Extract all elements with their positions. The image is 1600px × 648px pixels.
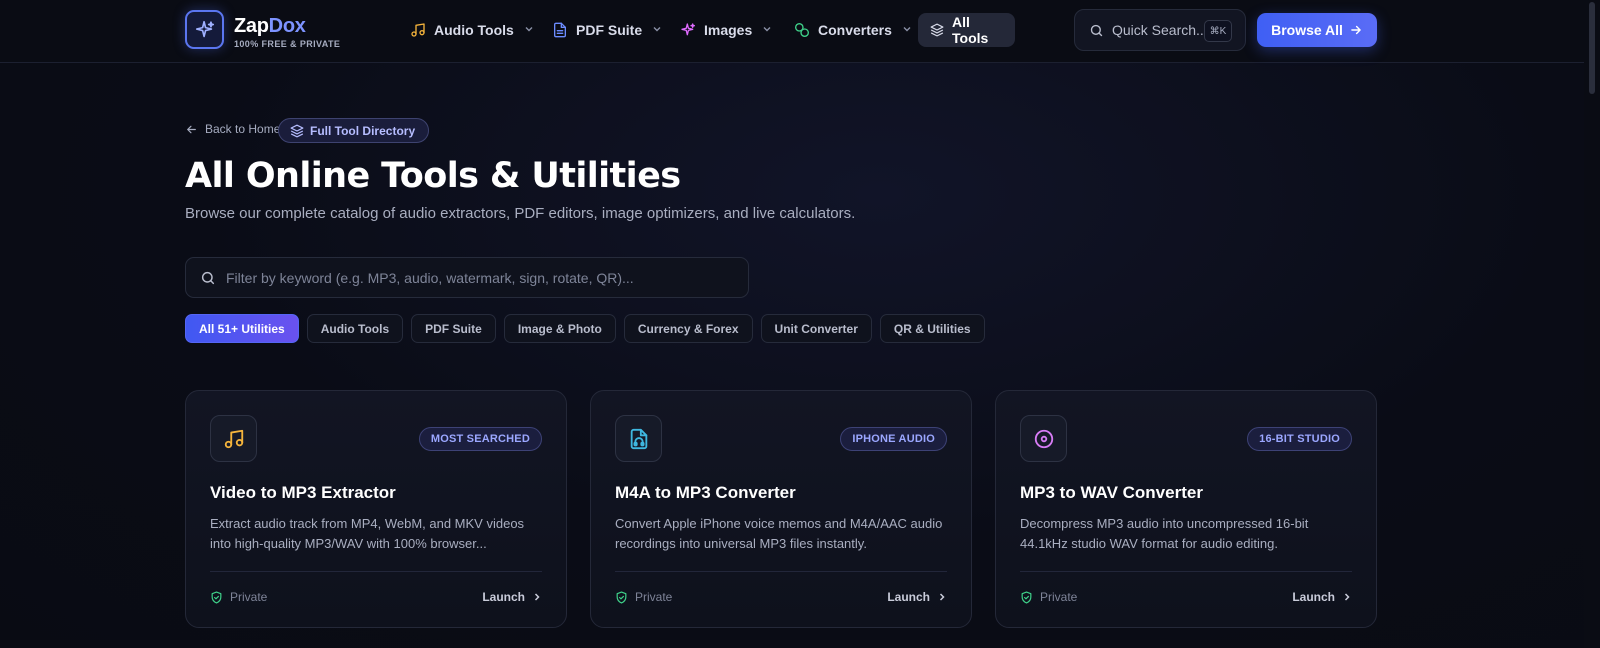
chip-audio-tools[interactable]: Audio Tools <box>306 314 404 343</box>
chip-pdf-suite[interactable]: PDF Suite <box>411 314 496 343</box>
shield-check-icon <box>616 590 627 604</box>
back-label: Back to Home <box>205 122 281 136</box>
chevron-right-icon <box>939 593 945 601</box>
document-icon <box>554 22 566 38</box>
launch-button[interactable]: Launch <box>887 590 947 604</box>
nav-label: Audio Tools <box>434 22 514 38</box>
music-note-icon <box>411 23 425 37</box>
page-subtitle: Browse our complete catalog of audio ext… <box>185 205 856 222</box>
quick-search-button[interactable]: Quick Search... ⌘K <box>1074 9 1246 51</box>
audio-file-icon <box>630 428 647 449</box>
directory-badge: Full Tool Directory <box>278 118 430 143</box>
private-label: Private <box>635 590 673 604</box>
arrow-right-icon <box>1351 25 1361 35</box>
page-title: All Online Tools & Utilities <box>185 156 681 196</box>
chevron-down-icon <box>902 24 912 37</box>
category-filter-chips: All 51+ Utilities Audio Tools PDF Suite … <box>185 314 985 343</box>
launch-button[interactable]: Launch <box>482 590 542 604</box>
filter-search-box[interactable] <box>185 257 749 298</box>
brand-name-part1: Zap <box>234 15 269 37</box>
tool-card-mp3-to-wav[interactable]: 16-BIT STUDIO MP3 to WAV Converter Decom… <box>995 390 1377 628</box>
card-divider <box>1020 571 1352 572</box>
card-title: MP3 to WAV Converter <box>1020 483 1203 502</box>
arrow-left-icon <box>187 125 196 133</box>
card-icon-box <box>615 415 662 462</box>
card-divider <box>615 571 947 572</box>
chip-unit-converter[interactable]: Unit Converter <box>760 314 872 343</box>
card-description: Extract audio track from MP4, WebM, and … <box>210 516 525 551</box>
shield-check-icon <box>211 590 222 604</box>
chip-all-utilities[interactable]: All 51+ Utilities <box>185 314 299 343</box>
chevron-down-icon <box>524 24 534 37</box>
back-to-home-link[interactable]: Back to Home <box>185 122 280 136</box>
private-indicator: Private <box>210 590 267 604</box>
card-divider <box>210 571 542 572</box>
nav-images[interactable]: Images <box>670 13 782 47</box>
brand-name-part2: Dox <box>268 15 306 37</box>
private-label: Private <box>1040 590 1078 604</box>
card-title: Video to MP3 Extractor <box>210 483 396 502</box>
browse-all-button[interactable]: Browse All <box>1257 13 1377 47</box>
card-badge: 16-BIT STUDIO <box>1247 427 1352 451</box>
search-icon <box>1090 24 1103 36</box>
launch-label: Launch <box>887 590 930 604</box>
brand-name[interactable]: ZapDox <box>234 15 306 38</box>
private-indicator: Private <box>615 590 672 604</box>
page-scrollbar[interactable] <box>1584 0 1600 648</box>
music-note-icon <box>224 429 243 448</box>
shield-check-icon <box>1021 590 1032 604</box>
nav-pdf-suite[interactable]: PDF Suite <box>542 13 672 47</box>
card-title: M4A to MP3 Converter <box>615 483 796 502</box>
card-description: Convert Apple iPhone voice memos and M4A… <box>615 516 943 551</box>
card-badge: IPHONE AUDIO <box>840 427 947 451</box>
chip-currency-forex[interactable]: Currency & Forex <box>623 314 753 343</box>
card-description: Decompress MP3 audio into uncompressed 1… <box>1020 516 1309 551</box>
nav-audio-tools[interactable]: Audio Tools <box>400 13 544 47</box>
coins-icon <box>795 23 809 37</box>
browse-all-label: Browse All <box>1271 22 1343 38</box>
chevron-down-icon <box>762 24 772 37</box>
brand-tagline: 100% FREE & PRIVATE <box>234 39 341 49</box>
nav-converters[interactable]: Converters <box>784 13 922 47</box>
sparkles-icon <box>681 23 695 36</box>
card-icon-box <box>1020 415 1067 462</box>
quick-search-placeholder: Quick Search... <box>1112 22 1208 38</box>
search-icon <box>201 271 215 284</box>
chip-image-photo[interactable]: Image & Photo <box>503 314 616 343</box>
tool-card-m4a-to-mp3[interactable]: IPHONE AUDIO M4A to MP3 Converter Conver… <box>590 390 972 628</box>
top-header: ZapDox 100% FREE & PRIVATE Audio Tools P… <box>0 0 1584 63</box>
launch-label: Launch <box>1292 590 1335 604</box>
logo-icon[interactable] <box>185 10 224 49</box>
disc-icon <box>1034 429 1053 448</box>
chip-qr-utilities[interactable]: QR & Utilities <box>879 314 985 343</box>
launch-button[interactable]: Launch <box>1292 590 1352 604</box>
scrollbar-thumb[interactable] <box>1589 2 1595 94</box>
nav-label: PDF Suite <box>576 22 643 38</box>
nav-all-tools[interactable]: All Tools <box>918 13 1015 47</box>
private-label: Private <box>230 590 268 604</box>
private-indicator: Private <box>1020 590 1077 604</box>
filter-input[interactable] <box>226 269 726 286</box>
nav-label: Converters <box>818 22 892 38</box>
chevron-right-icon <box>1344 593 1350 601</box>
chevron-right-icon <box>534 593 540 601</box>
launch-label: Launch <box>482 590 525 604</box>
chevron-down-icon <box>652 24 662 37</box>
directory-badge-label: Full Tool Directory <box>310 123 416 138</box>
card-badge: MOST SEARCHED <box>418 427 542 451</box>
layers-icon <box>290 124 304 137</box>
nav-label: Images <box>704 22 753 38</box>
keyboard-shortcut-badge: ⌘K <box>1204 20 1232 42</box>
nav-label: All Tools <box>952 14 989 46</box>
card-icon-box <box>210 415 257 462</box>
layers-icon <box>930 23 944 37</box>
tool-card-video-to-mp3[interactable]: MOST SEARCHED Video to MP3 Extractor Ext… <box>185 390 567 628</box>
